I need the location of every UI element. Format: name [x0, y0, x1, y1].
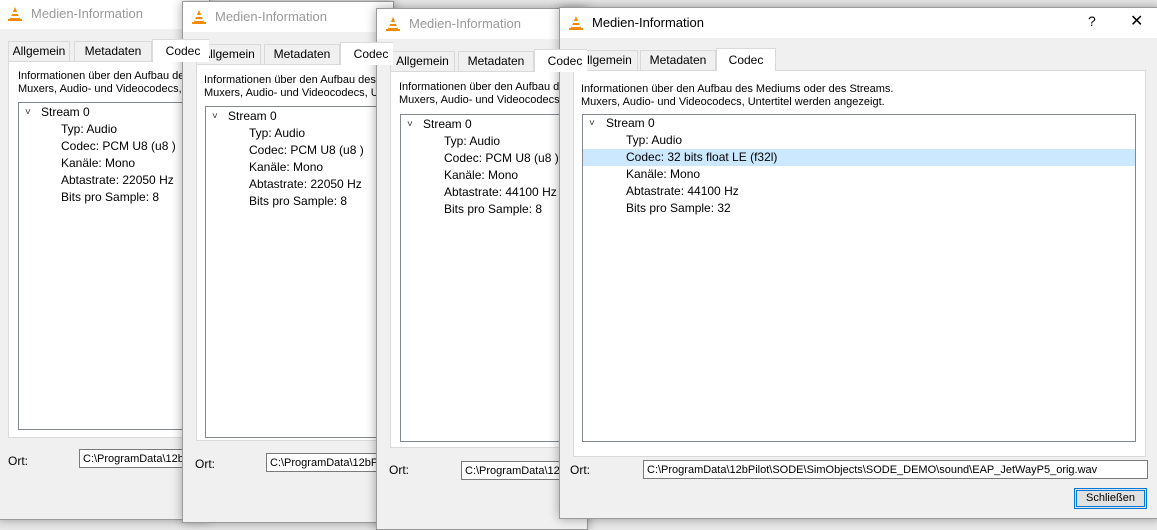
vlc-cone-icon	[569, 16, 583, 30]
media-info-window-3[interactable]: Medien-Information Allgemein Metadaten C…	[376, 8, 588, 530]
ort-label: Ort:	[389, 463, 409, 477]
tab-metadaten[interactable]: Metadaten	[74, 41, 152, 61]
window-title: Medien-Information	[215, 9, 327, 24]
tree-row[interactable]: Abtastrate: 22050 Hz	[206, 176, 393, 193]
tree-row[interactable]: Abtastrate: 44100 Hz	[583, 183, 1135, 200]
title-bar[interactable]: Medien-Information	[0, 0, 209, 29]
description-line-1: Informationen über den Aufbau des Medium…	[204, 74, 393, 86]
vlc-cone-icon	[8, 7, 22, 21]
title-bar[interactable]: Medien-Information	[183, 2, 393, 32]
title-bar[interactable]: Medien-Information ? ✕	[560, 8, 1157, 38]
tree-row-stream[interactable]: ˅ Stream 0	[206, 108, 393, 125]
ort-field[interactable]: C:\ProgramData\12bPilot\SODE\SimObjects\…	[643, 460, 1148, 479]
media-info-window-4[interactable]: Medien-Information ? ✕ Allgemein Metadat…	[559, 7, 1157, 519]
description-line-1: Informationen über den Aufbau des Medium…	[581, 83, 894, 95]
stream-tree[interactable]: ˅ Stream 0 Typ: Audio Codec: PCM U8 (u8 …	[205, 106, 393, 438]
tree-row[interactable]: Typ: Audio	[583, 132, 1135, 149]
window-title: Medien-Information	[31, 6, 143, 21]
title-bar[interactable]: Medien-Information	[377, 9, 587, 39]
tab-metadaten[interactable]: Metadaten	[264, 44, 340, 64]
vlc-cone-icon	[386, 17, 400, 31]
ort-label: Ort:	[570, 463, 590, 477]
tab-metadaten[interactable]: Metadaten	[458, 51, 534, 71]
tab-codec[interactable]: Codec	[340, 42, 393, 65]
media-info-window-1[interactable]: Medien-Information Allgemein Metadaten C…	[0, 0, 210, 520]
description-line-2: Muxers, Audio- und Videocodecs, Untertit…	[581, 96, 885, 108]
help-icon[interactable]: ?	[1088, 13, 1096, 29]
vlc-cone-icon	[192, 10, 206, 24]
chevron-down-icon[interactable]: ˅	[212, 108, 218, 125]
tree-row-selected[interactable]: Codec: 32 bits float LE (f32l)	[583, 149, 1135, 166]
description-line-2: Muxers, Audio- und Videocodecs, Untertit…	[204, 87, 393, 99]
tree-row[interactable]: Bits pro Sample: 32	[583, 200, 1135, 217]
tree-row[interactable]: Codec: PCM U8 (u8 )	[206, 142, 393, 159]
chevron-down-icon[interactable]: ˅	[407, 116, 413, 133]
chevron-down-icon[interactable]: ˅	[25, 104, 31, 121]
tree-row[interactable]: Bits pro Sample: 8	[206, 193, 393, 210]
tab-codec[interactable]: Codec	[534, 49, 587, 72]
tab-allgemein[interactable]: Allgemein	[390, 51, 455, 71]
media-info-window-2[interactable]: Medien-Information Allgemein Metadaten C…	[182, 1, 394, 523]
ort-label: Ort:	[195, 457, 215, 471]
description: Informationen über den Aufbau des Medium…	[204, 74, 393, 100]
tree-row[interactable]: Kanäle: Mono	[206, 159, 393, 176]
close-button[interactable]: Schließen	[1074, 488, 1147, 509]
stream-tree[interactable]: ˅ Stream 0 Typ: Audio Codec: 32 bits flo…	[582, 114, 1136, 442]
description: Informationen über den Aufbau des Medium…	[581, 83, 893, 109]
tree-row-stream[interactable]: ˅ Stream 0	[583, 115, 1135, 132]
tree-row[interactable]: Typ: Audio	[206, 125, 393, 142]
tab-allgemein[interactable]: Allgemein	[8, 41, 70, 61]
window-title: Medien-Information	[409, 16, 521, 31]
tree-row[interactable]: Kanäle: Mono	[583, 166, 1135, 183]
tab-codec[interactable]: Codec	[152, 39, 209, 62]
ort-field[interactable]: C:\ProgramData\12bPilot\SODE\SimObjects\…	[266, 453, 393, 472]
chevron-down-icon[interactable]: ˅	[589, 115, 595, 132]
tab-codec[interactable]: Codec	[716, 48, 776, 71]
close-icon[interactable]: ✕	[1130, 11, 1143, 31]
tab-metadaten[interactable]: Metadaten	[640, 50, 716, 70]
window-title: Medien-Information	[592, 15, 704, 30]
ort-label: Ort:	[8, 454, 28, 468]
